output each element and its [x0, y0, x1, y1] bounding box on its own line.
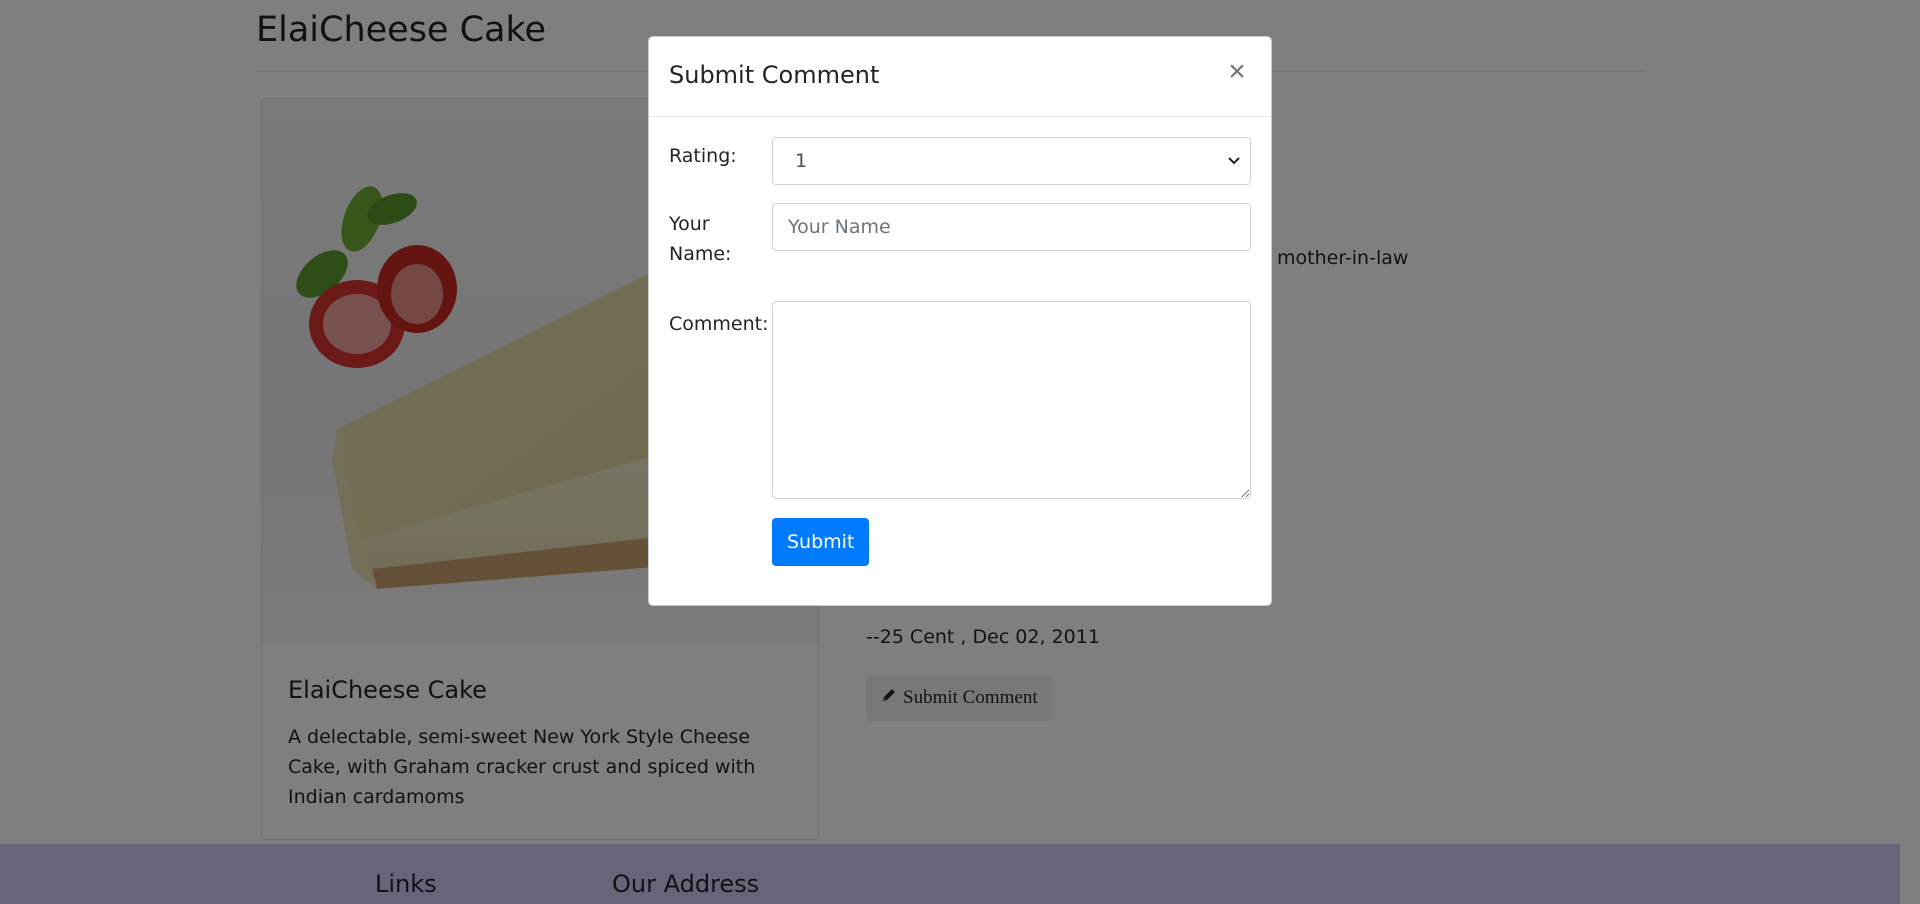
rating-select[interactable]: 1	[772, 137, 1251, 185]
your-name-input[interactable]	[772, 203, 1251, 251]
close-button[interactable]: ×	[1223, 57, 1251, 87]
chevron-down-icon	[1228, 153, 1240, 169]
rating-label: Rating:	[669, 145, 737, 167]
modal-title: Submit Comment	[669, 61, 880, 89]
comment-textarea[interactable]	[772, 301, 1251, 499]
your-name-label: Your Name:	[669, 213, 732, 265]
submit-button[interactable]: Submit	[772, 518, 870, 566]
comment-label: Comment:	[669, 313, 769, 335]
rating-select-value: 1	[795, 150, 808, 172]
submit-comment-modal: Submit Comment × Rating: 1 Your Name: Co…	[648, 36, 1272, 606]
close-icon: ×	[1228, 55, 1246, 88]
modal-header: Submit Comment ×	[649, 37, 1271, 117]
